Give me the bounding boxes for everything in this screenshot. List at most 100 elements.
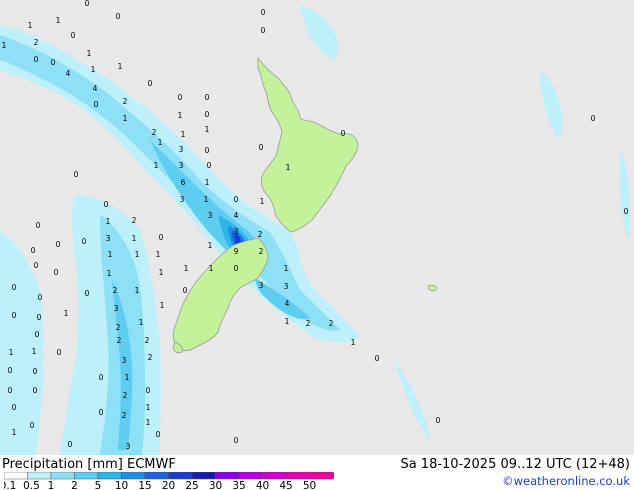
- valid-time: Sa 18-10-2025 09..12 UTC (12+48): [400, 457, 630, 472]
- precip-value-label: 3: [208, 211, 213, 220]
- legend-swatch: [144, 472, 169, 480]
- precip-value-label: 3: [122, 356, 127, 365]
- precip-value-label: 4: [66, 69, 71, 78]
- legend-label: 15: [138, 480, 151, 490]
- precip-value-label: 1: [64, 309, 69, 318]
- precip-value-label: 0: [94, 100, 99, 109]
- precip-value-label: 0: [591, 114, 596, 123]
- legend-label: 20: [162, 480, 175, 490]
- precip-value-label: 0: [68, 440, 73, 449]
- legend-label: 50: [303, 480, 316, 490]
- precip-value-label: 0: [31, 246, 36, 255]
- precip-value-label: 2: [116, 323, 121, 332]
- legend-swatch: [121, 472, 146, 480]
- precip-value-label: 0: [99, 408, 104, 417]
- legend-labels: 0.10.5125101520253035404550: [4, 480, 316, 490]
- precip-value-label: 0: [33, 386, 38, 395]
- precip-value-label: 0: [36, 221, 41, 230]
- precip-value-label: 2: [148, 353, 153, 362]
- precip-value-label: 0: [37, 313, 42, 322]
- map-title: Precipitation [mm] ECMWF: [2, 457, 176, 472]
- precip-value-label: 1: [285, 317, 290, 326]
- precip-value-label: 0: [205, 93, 210, 102]
- precip-value-label: 3: [179, 161, 184, 170]
- precip-value-label: 2: [34, 38, 39, 47]
- precip-value-label: 1: [9, 348, 14, 357]
- precip-value-label: 1: [32, 347, 37, 356]
- precip-value-label: 1: [146, 403, 151, 412]
- precip-value-label: 0: [436, 416, 441, 425]
- legend-label: 1: [48, 480, 55, 490]
- legend-swatch: [191, 472, 216, 480]
- precip-value-label: 0: [71, 31, 76, 40]
- credit-link[interactable]: ©weatheronline.co.uk: [502, 474, 630, 488]
- precip-value-label: 0: [99, 373, 104, 382]
- precip-value-label: 3: [179, 145, 184, 154]
- precip-value-label: 0: [35, 330, 40, 339]
- precip-value-label: 2: [113, 286, 118, 295]
- precip-value-label: 9: [234, 247, 239, 256]
- map-canvas: 00011002110 0141400 0201 1 012 1103 01 3 0 106 13 1…: [0, 0, 634, 455]
- precip-value-label: 1: [132, 234, 137, 243]
- legend-swatch: [74, 472, 99, 480]
- precip-value-label: 0: [156, 430, 161, 439]
- precip-value-label: 1: [125, 373, 130, 382]
- precip-value-label: 3: [114, 304, 119, 313]
- precip-value-label: 2: [145, 336, 150, 345]
- precip-value-label: 2: [152, 128, 157, 137]
- precip-value-label: 1: [2, 41, 7, 50]
- precip-value-label: 2: [132, 216, 137, 225]
- precip-value-label: 2: [117, 336, 122, 345]
- precip-value-label: 1: [154, 161, 159, 170]
- legend-label: 5: [95, 480, 102, 490]
- precip-value-label: 2: [329, 319, 334, 328]
- precip-value-label: 3: [180, 195, 185, 204]
- precip-value-label: 1: [12, 428, 17, 437]
- precip-value-label: 0: [56, 240, 61, 249]
- title-text: Precipitation [mm]: [2, 457, 123, 472]
- precip-value-label: 2: [122, 411, 127, 420]
- legend-label: 10: [115, 480, 128, 490]
- precip-value-label: 0: [85, 289, 90, 298]
- precip-value-label: 1: [160, 301, 165, 310]
- precip-value-label: 1: [139, 318, 144, 327]
- precip-value-label: 1: [135, 250, 140, 259]
- precip-value-label: 0: [624, 207, 629, 216]
- precip-value-label: 1: [181, 130, 186, 139]
- precip-value-label: 0: [51, 58, 56, 67]
- legend-label: 0.1: [4, 480, 16, 490]
- precip-value-label: 0: [82, 237, 87, 246]
- legend-swatches: [4, 472, 334, 480]
- precip-value-label: 2: [258, 230, 263, 239]
- precip-value-label: 1: [260, 197, 265, 206]
- legend-label: 40: [256, 480, 269, 490]
- precip-value-label: 0: [375, 354, 380, 363]
- precip-value-label: 0: [12, 283, 17, 292]
- precip-value-label: 2: [123, 97, 128, 106]
- precip-value-label: 0: [116, 12, 121, 21]
- precip-value-label: 0: [30, 421, 35, 430]
- precip-value-label: 1: [106, 217, 111, 226]
- precip-value-label: 1: [286, 163, 291, 172]
- precip-value-label: 0: [259, 143, 264, 152]
- precip-value-label: 0: [205, 146, 210, 155]
- precip-value-label: 0: [261, 26, 266, 35]
- precip-value-label: 1: [146, 418, 151, 427]
- precip-value-label: 0: [34, 261, 39, 270]
- legend-label: 2: [71, 480, 78, 490]
- precip-value-label: 1: [87, 49, 92, 58]
- precip-value-label: 1: [28, 21, 33, 30]
- legend-swatch: [262, 472, 287, 480]
- precip-value-label: 3: [234, 227, 239, 236]
- precip-value-label: 3: [106, 234, 111, 243]
- precip-value-label: 0: [205, 110, 210, 119]
- legend-label: 35: [232, 480, 245, 490]
- precip-value-label: 0: [234, 436, 239, 445]
- precip-value-label: 0: [12, 311, 17, 320]
- model-name: ECMWF: [127, 457, 176, 472]
- precip-value-label: 3: [284, 282, 289, 291]
- map-footer: Precipitation [mm] ECMWF Sa 18-10-2025 0…: [0, 455, 634, 490]
- precip-value-label: 1: [159, 268, 164, 277]
- precip-value-label: 0: [234, 264, 239, 273]
- precip-value-label: 1: [135, 286, 140, 295]
